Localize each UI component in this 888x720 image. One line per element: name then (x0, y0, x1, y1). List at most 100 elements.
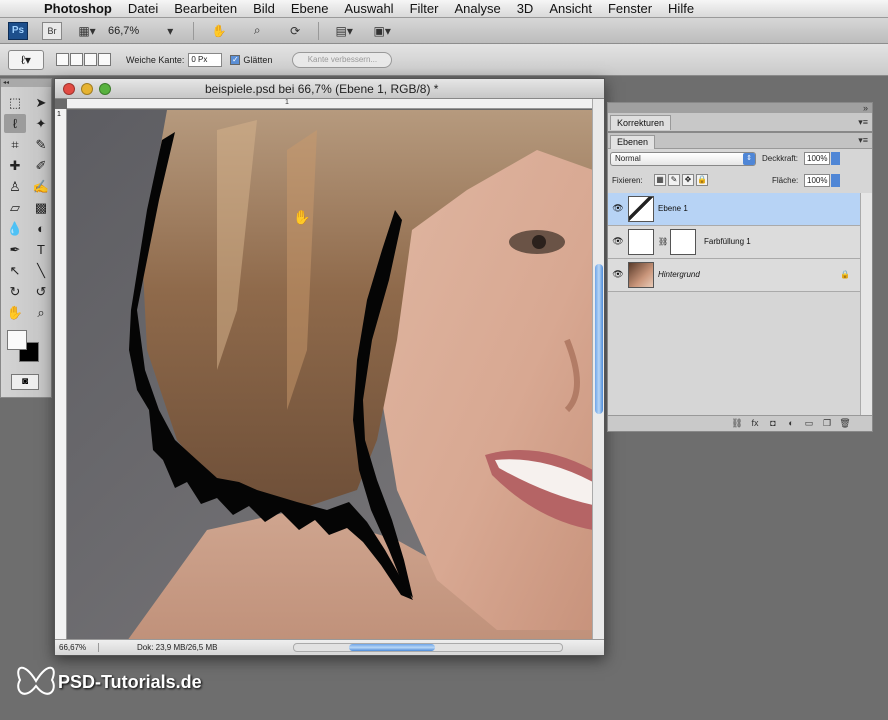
foreground-color-swatch[interactable] (7, 330, 27, 350)
menu-ansicht[interactable]: Ansicht (541, 1, 600, 16)
layers-panel-menu-icon[interactable]: ▾≡ (858, 135, 868, 146)
zoom-level-dropdown[interactable]: 66,7% (108, 25, 139, 37)
layer-mask-thumbnail[interactable] (670, 229, 696, 255)
new-group-icon[interactable]: ▭ (800, 418, 818, 429)
menu-bild[interactable]: Bild (245, 1, 283, 16)
horizontal-scrollbar[interactable] (293, 643, 563, 652)
tab-korrekturen[interactable]: Korrekturen (610, 115, 672, 130)
zoom-tool-icon[interactable]: ⌕ (244, 22, 270, 40)
3d-rotate-tool-icon[interactable]: ↻ (4, 282, 26, 301)
menu-3d[interactable]: 3D (509, 1, 542, 16)
add-selection-button[interactable] (70, 53, 83, 66)
adjustments-panel-menu-icon[interactable]: ▾≡ (858, 117, 868, 128)
line-tool-icon[interactable]: ╲ (30, 261, 52, 280)
layer-thumbnail[interactable] (628, 196, 654, 222)
background-layer-thumbnail[interactable] (628, 262, 654, 288)
lasso-tool-icon[interactable]: ℓ (4, 114, 26, 133)
rotate-view-icon[interactable]: ⟳ (282, 22, 308, 40)
move-tool-icon[interactable]: ➤ (30, 93, 52, 112)
vertical-scrollbar[interactable] (592, 99, 604, 641)
delete-layer-icon[interactable]: 🗑 (836, 418, 854, 429)
tools-panel-header[interactable]: ◂◂ (1, 79, 51, 87)
marquee-tool-icon[interactable]: ⬚ (4, 93, 26, 112)
refine-edge-button[interactable]: Kante verbessern... (292, 51, 393, 68)
tab-ebenen[interactable]: Ebenen (610, 135, 656, 149)
horizontal-ruler[interactable]: 1 (67, 99, 593, 109)
menu-auswahl[interactable]: Auswahl (336, 1, 401, 16)
path-select-tool-icon[interactable]: ↖ (4, 261, 26, 280)
close-window-button[interactable] (63, 82, 75, 95)
opacity-input[interactable]: 100% (804, 152, 830, 165)
menu-app[interactable]: Photoshop (36, 1, 120, 16)
layer-row-ebene-1[interactable]: 👁 Ebene 1 (608, 193, 860, 226)
stamp-tool-icon[interactable]: ♙ (4, 177, 26, 196)
blur-tool-icon[interactable]: 💧 (4, 219, 26, 238)
status-zoom[interactable]: 66,67% (55, 643, 99, 652)
adjustments-panel-header[interactable]: » (608, 103, 872, 113)
3d-orbit-tool-icon[interactable]: ↺ (30, 282, 52, 301)
visibility-eye-icon[interactable]: 👁 (612, 269, 624, 281)
status-doc-size[interactable]: Dok: 23,9 MB/26,5 MB (137, 643, 217, 652)
new-selection-button[interactable] (56, 53, 69, 66)
antialias-checkbox[interactable]: ✓ (230, 54, 241, 65)
panel-collapse-icon[interactable]: » (863, 103, 868, 113)
history-brush-tool-icon[interactable]: ✍ (30, 177, 52, 196)
visibility-eye-icon[interactable]: 👁 (612, 203, 624, 215)
magic-wand-tool-icon[interactable]: ✦ (30, 114, 52, 133)
bridge-button[interactable]: Br (42, 21, 62, 40)
image-canvas[interactable]: ✋ (67, 110, 593, 641)
brush-tool-icon[interactable]: ✐ (30, 156, 52, 175)
layer-row-hintergrund[interactable]: 👁 Hintergrund 🔒 (608, 259, 860, 292)
vertical-scroll-thumb[interactable] (595, 264, 603, 414)
document-titlebar[interactable]: beispiele.psd bei 66,7% (Ebene 1, RGB/8)… (55, 79, 604, 99)
menu-filter[interactable]: Filter (402, 1, 447, 16)
link-layers-icon[interactable]: ⛓ (728, 418, 746, 429)
horizontal-scroll-thumb[interactable] (349, 644, 435, 651)
menu-hilfe[interactable]: Hilfe (660, 1, 702, 16)
arrange-documents-icon[interactable]: ▤▾ (331, 22, 357, 40)
hand-tool-icon-2[interactable]: ✋ (4, 303, 26, 322)
eyedropper-tool-icon[interactable]: ✎ (30, 135, 52, 154)
zoom-tool-icon-2[interactable]: ⌕ (30, 303, 52, 322)
hand-tool-icon[interactable]: ✋ (206, 22, 232, 40)
layer-style-icon[interactable]: fx (746, 418, 764, 429)
gradient-tool-icon[interactable]: ▩ (30, 198, 52, 217)
menu-fenster[interactable]: Fenster (600, 1, 660, 16)
new-layer-icon[interactable]: ❐ (818, 418, 836, 429)
minimize-window-button[interactable] (81, 82, 93, 95)
adjustment-layer-icon[interactable]: ◐ (782, 418, 800, 429)
intersect-selection-button[interactable] (98, 53, 111, 66)
vertical-ruler[interactable]: 1 (55, 109, 67, 641)
healing-tool-icon[interactable]: ✚ (4, 156, 26, 175)
pen-tool-icon[interactable]: ✒ (4, 240, 26, 259)
menu-ebene[interactable]: Ebene (283, 1, 337, 16)
subtract-selection-button[interactable] (84, 53, 97, 66)
menu-datei[interactable]: Datei (120, 1, 166, 16)
fill-slider-button[interactable] (831, 174, 840, 187)
menu-analyse[interactable]: Analyse (446, 1, 508, 16)
blend-mode-select[interactable]: Normal ⇕ (610, 152, 756, 166)
layers-panel-scrollbar[interactable] (860, 193, 872, 415)
screen-mode-icon[interactable]: ▣▾ (369, 22, 395, 40)
crop-tool-icon[interactable]: ⌗ (4, 135, 26, 154)
dodge-tool-icon[interactable]: ◐ (30, 219, 52, 238)
lock-pixels-icon[interactable]: ✎ (668, 174, 680, 186)
quick-mask-button[interactable]: ◙ (11, 374, 39, 390)
lock-position-icon[interactable]: ✥ (682, 174, 694, 186)
opacity-slider-button[interactable] (831, 152, 840, 165)
lock-transparency-icon[interactable]: ▦ (654, 174, 666, 186)
feather-input[interactable]: 0 Px (188, 52, 223, 67)
fill-input[interactable]: 100% (804, 174, 830, 187)
type-tool-icon[interactable]: T (30, 240, 52, 259)
fill-layer-thumbnail[interactable] (628, 229, 654, 255)
extras-menu-icon[interactable]: ▦▾ (74, 22, 100, 40)
menu-bearbeiten[interactable]: Bearbeiten (166, 1, 245, 16)
lock-all-icon[interactable]: 🔒 (696, 174, 708, 186)
add-mask-icon[interactable]: ◘ (764, 418, 782, 429)
tool-preset-picker[interactable]: ℓ▾ (8, 49, 44, 70)
zoom-window-button[interactable] (99, 82, 111, 95)
layer-row-farbfuellung[interactable]: 👁 ⛓ Farbfüllung 1 (608, 226, 860, 259)
eraser-tool-icon[interactable]: ▱ (4, 198, 26, 217)
visibility-eye-icon[interactable]: 👁 (612, 236, 624, 248)
zoom-level-arrow-icon[interactable]: ▾ (157, 22, 183, 40)
